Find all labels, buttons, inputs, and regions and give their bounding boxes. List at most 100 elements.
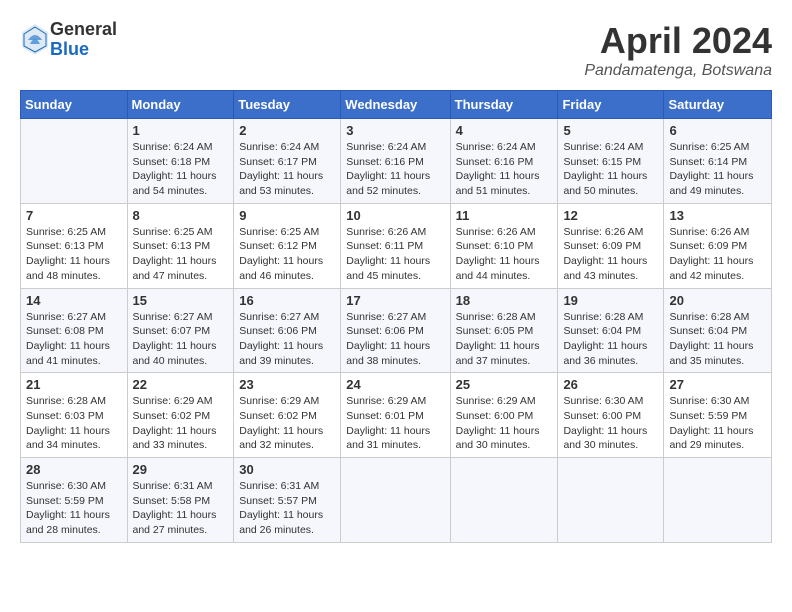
day-number: 4: [456, 123, 553, 138]
day-number: 16: [239, 293, 335, 308]
day-number: 29: [133, 462, 229, 477]
day-number: 5: [563, 123, 658, 138]
day-number: 2: [239, 123, 335, 138]
calendar-cell: 10 Sunrise: 6:26 AMSunset: 6:11 PMDayligh…: [341, 203, 450, 288]
day-number: 11: [456, 208, 553, 223]
calendar-week-row: 1Sunrise: 6:24 AMSunset: 6:18 PMDaylight…: [21, 119, 772, 204]
day-info: Sunrise: 6:26 AMSunset: 6:10 PMDaylight:…: [456, 225, 553, 284]
day-info: Sunrise: 6:26 AMSunset: 6:09 PMDaylight:…: [669, 225, 766, 284]
day-number: 10: [346, 208, 444, 223]
calendar-cell: 18Sunrise: 6:28 AMSunset: 6:05 PMDayligh…: [450, 288, 558, 373]
day-info: Sunrise: 6:25 AMSunset: 6:12 PMDaylight:…: [239, 225, 335, 284]
calendar-cell: 12 Sunrise: 6:26 AMSunset: 6:09 PMDayligh…: [558, 203, 664, 288]
day-info: Sunrise: 6:27 AMSunset: 6:08 PMDaylight:…: [26, 310, 122, 369]
day-number: 28: [26, 462, 122, 477]
calendar-table: SundayMondayTuesdayWednesdayThursdayFrid…: [20, 90, 772, 543]
calendar-week-row: 7 Sunrise: 6:25 AMSunset: 6:13 PMDaylight…: [21, 203, 772, 288]
day-info: Sunrise: 6:24 AMSunset: 6:16 PMDaylight:…: [456, 140, 553, 199]
day-info: Sunrise: 6:24 AMSunset: 6:15 PMDaylight:…: [563, 140, 658, 199]
calendar-cell: 3 Sunrise: 6:24 AMSunset: 6:16 PMDaylight…: [341, 119, 450, 204]
day-number: 12: [563, 208, 658, 223]
title-area: April 2024 Pandamatenga, Botswana: [584, 20, 772, 80]
calendar-cell: 20 Sunrise: 6:28 AMSunset: 6:04 PMDayligh…: [664, 288, 772, 373]
day-info: Sunrise: 6:31 AMSunset: 5:57 PMDaylight:…: [239, 479, 335, 538]
day-info: Sunrise: 6:28 AMSunset: 6:05 PMDaylight:…: [456, 310, 553, 369]
calendar-cell: 17 Sunrise: 6:27 AMSunset: 6:06 PMDayligh…: [341, 288, 450, 373]
day-number: 1: [133, 123, 229, 138]
day-number: 14: [26, 293, 122, 308]
day-info: Sunrise: 6:28 AMSunset: 6:04 PMDaylight:…: [563, 310, 658, 369]
day-info: Sunrise: 6:26 AMSunset: 6:09 PMDaylight:…: [563, 225, 658, 284]
logo-general: General: [50, 20, 117, 40]
calendar-cell: 11 Sunrise: 6:26 AMSunset: 6:10 PMDayligh…: [450, 203, 558, 288]
calendar-cell: 8 Sunrise: 6:25 AMSunset: 6:13 PMDaylight…: [127, 203, 234, 288]
logo-blue: Blue: [50, 40, 117, 60]
calendar-cell: 7Sunrise: 6:25 AMSunset: 6:13 PMDaylight…: [21, 203, 128, 288]
day-number: 19: [563, 293, 658, 308]
calendar-cell: 1Sunrise: 6:24 AMSunset: 6:18 PMDaylight…: [127, 119, 234, 204]
calendar-cell: 29 Sunrise: 6:31 AMSunset: 5:58 PMDayligh…: [127, 458, 234, 543]
calendar-cell: [21, 119, 128, 204]
calendar-cell: 5 Sunrise: 6:24 AMSunset: 6:15 PMDaylight…: [558, 119, 664, 204]
calendar-cell: [558, 458, 664, 543]
calendar-cell: 19 Sunrise: 6:28 AMSunset: 6:04 PMDayligh…: [558, 288, 664, 373]
day-number: 8: [133, 208, 229, 223]
day-number: 30: [239, 462, 335, 477]
day-info: Sunrise: 6:27 AMSunset: 6:06 PMDaylight:…: [346, 310, 444, 369]
day-number: 17: [346, 293, 444, 308]
calendar-cell: 9 Sunrise: 6:25 AMSunset: 6:12 PMDaylight…: [234, 203, 341, 288]
day-number: 20: [669, 293, 766, 308]
day-info: Sunrise: 6:24 AMSunset: 6:16 PMDaylight:…: [346, 140, 444, 199]
day-number: 23: [239, 377, 335, 392]
day-info: Sunrise: 6:29 AMSunset: 6:02 PMDaylight:…: [239, 394, 335, 453]
calendar-cell: 21 Sunrise: 6:28 AMSunset: 6:03 PMDayligh…: [21, 373, 128, 458]
logo-text: General Blue: [50, 20, 117, 60]
day-info: Sunrise: 6:29 AMSunset: 6:01 PMDaylight:…: [346, 394, 444, 453]
calendar-cell: 6 Sunrise: 6:25 AMSunset: 6:14 PMDaylight…: [664, 119, 772, 204]
logo: General Blue: [20, 20, 117, 60]
day-number: 6: [669, 123, 766, 138]
location: Pandamatenga, Botswana: [584, 62, 772, 80]
header-day: Tuesday: [234, 91, 341, 119]
header-day: Saturday: [664, 91, 772, 119]
day-number: 15: [133, 293, 229, 308]
calendar-cell: 26Sunrise: 6:30 AMSunset: 6:00 PMDayligh…: [558, 373, 664, 458]
calendar-cell: 2Sunrise: 6:24 AMSunset: 6:17 PMDaylight…: [234, 119, 341, 204]
header-day: Thursday: [450, 91, 558, 119]
day-number: 21: [26, 377, 122, 392]
day-number: 9: [239, 208, 335, 223]
day-info: Sunrise: 6:29 AMSunset: 6:02 PMDaylight:…: [133, 394, 229, 453]
calendar-cell: 24 Sunrise: 6:29 AMSunset: 6:01 PMDayligh…: [341, 373, 450, 458]
calendar-week-row: 21 Sunrise: 6:28 AMSunset: 6:03 PMDayligh…: [21, 373, 772, 458]
calendar-cell: 16 Sunrise: 6:27 AMSunset: 6:06 PMDayligh…: [234, 288, 341, 373]
calendar-cell: 14 Sunrise: 6:27 AMSunset: 6:08 PMDayligh…: [21, 288, 128, 373]
calendar-cell: 22 Sunrise: 6:29 AMSunset: 6:02 PMDayligh…: [127, 373, 234, 458]
day-info: Sunrise: 6:26 AMSunset: 6:11 PMDaylight:…: [346, 225, 444, 284]
day-info: Sunrise: 6:25 AMSunset: 6:13 PMDaylight:…: [133, 225, 229, 284]
day-number: 3: [346, 123, 444, 138]
day-number: 24: [346, 377, 444, 392]
day-info: Sunrise: 6:30 AMSunset: 5:59 PMDaylight:…: [26, 479, 122, 538]
day-number: 7: [26, 208, 122, 223]
day-number: 22: [133, 377, 229, 392]
month-title: April 2024: [584, 20, 772, 62]
day-info: Sunrise: 6:25 AMSunset: 6:14 PMDaylight:…: [669, 140, 766, 199]
day-info: Sunrise: 6:27 AMSunset: 6:06 PMDaylight:…: [239, 310, 335, 369]
calendar-cell: [450, 458, 558, 543]
header-day: Friday: [558, 91, 664, 119]
day-info: Sunrise: 6:28 AMSunset: 6:03 PMDaylight:…: [26, 394, 122, 453]
calendar-cell: 30 Sunrise: 6:31 AMSunset: 5:57 PMDayligh…: [234, 458, 341, 543]
day-info: Sunrise: 6:30 AMSunset: 5:59 PMDaylight:…: [669, 394, 766, 453]
calendar-cell: 15 Sunrise: 6:27 AMSunset: 6:07 PMDayligh…: [127, 288, 234, 373]
calendar-cell: [664, 458, 772, 543]
logo-icon: [20, 22, 50, 57]
calendar-cell: 28 Sunrise: 6:30 AMSunset: 5:59 PMDayligh…: [21, 458, 128, 543]
calendar-cell: 27Sunrise: 6:30 AMSunset: 5:59 PMDayligh…: [664, 373, 772, 458]
day-info: Sunrise: 6:28 AMSunset: 6:04 PMDaylight:…: [669, 310, 766, 369]
calendar-cell: 25Sunrise: 6:29 AMSunset: 6:00 PMDayligh…: [450, 373, 558, 458]
day-info: Sunrise: 6:31 AMSunset: 5:58 PMDaylight:…: [133, 479, 229, 538]
calendar-cell: 23 Sunrise: 6:29 AMSunset: 6:02 PMDayligh…: [234, 373, 341, 458]
page-header: General Blue April 2024 Pandamatenga, Bo…: [20, 20, 772, 80]
day-info: Sunrise: 6:27 AMSunset: 6:07 PMDaylight:…: [133, 310, 229, 369]
day-info: Sunrise: 6:29 AMSunset: 6:00 PMDaylight:…: [456, 394, 553, 453]
